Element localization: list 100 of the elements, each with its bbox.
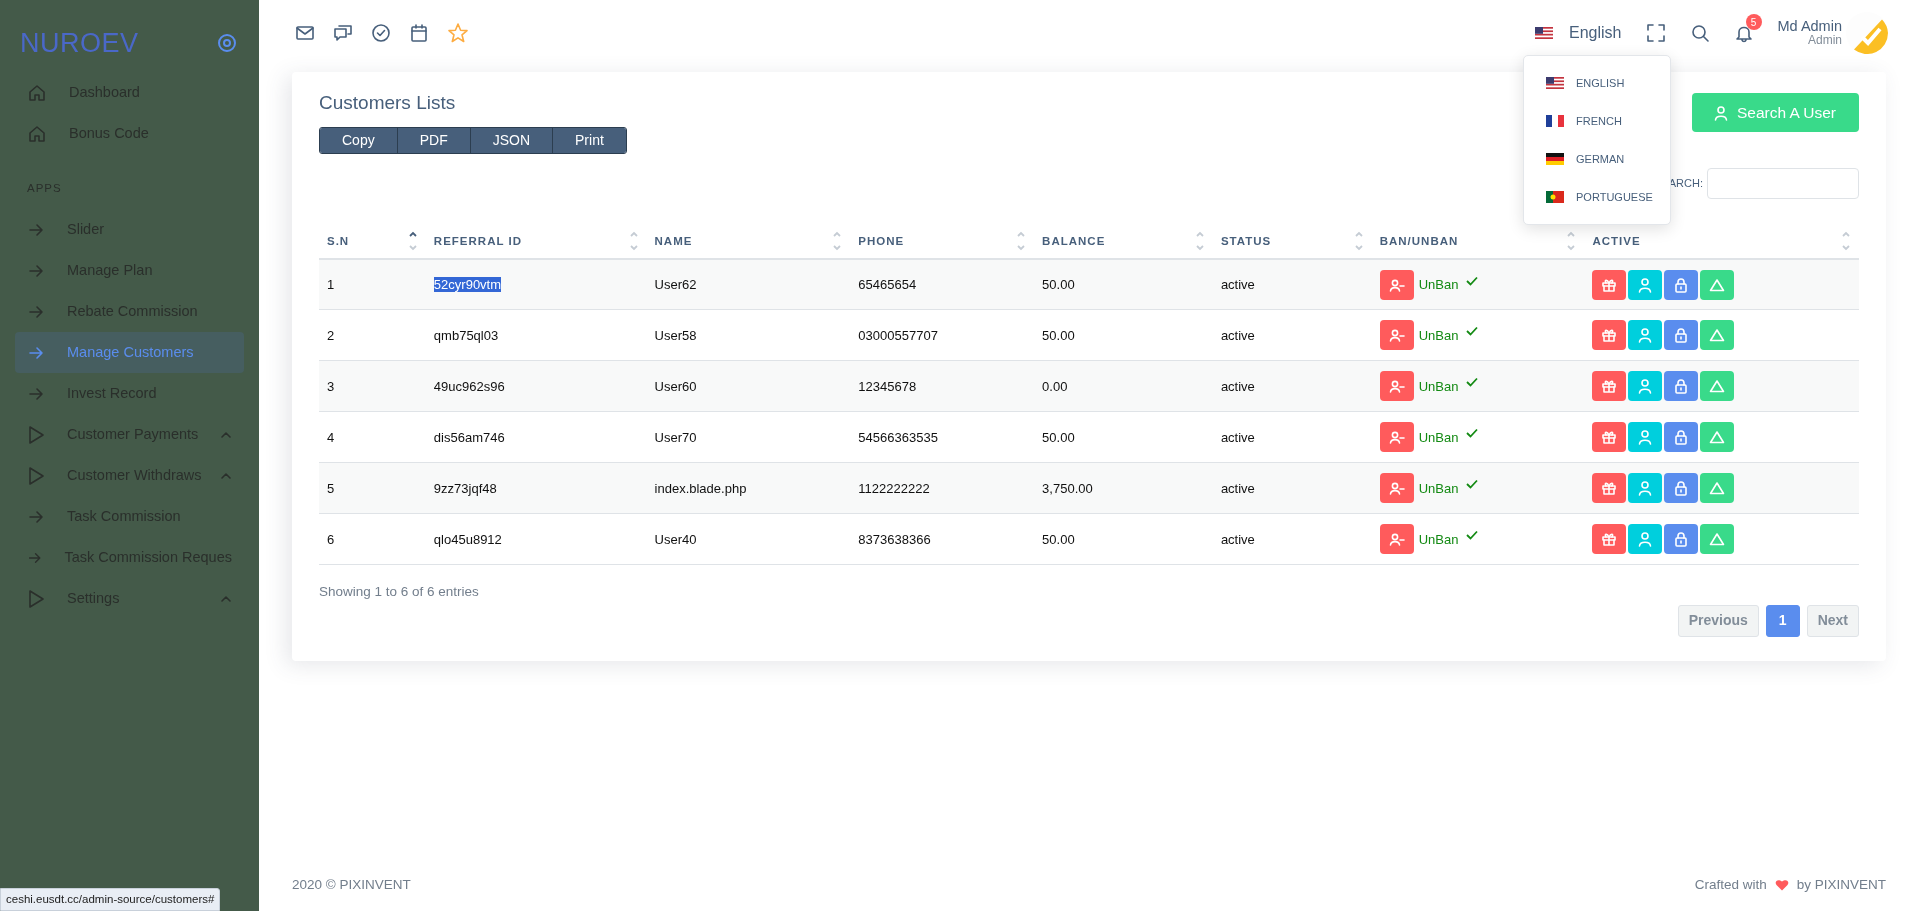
ban-button[interactable] xyxy=(1379,320,1414,351)
sort-icon[interactable] xyxy=(407,230,418,253)
table-cell: User62 xyxy=(654,276,697,292)
language-selector[interactable]: English xyxy=(1569,21,1622,45)
action-button[interactable] xyxy=(1592,320,1627,351)
unban-link[interactable]: UnBan xyxy=(1418,478,1459,499)
table-cell: 4 xyxy=(327,429,335,445)
lock-icon xyxy=(1673,378,1690,395)
table-cell: 50.00 xyxy=(1042,327,1075,343)
action-button[interactable] xyxy=(1592,371,1627,402)
action-button[interactable] xyxy=(1700,524,1735,555)
unban-link[interactable]: UnBan xyxy=(1418,274,1459,295)
unban-link[interactable]: UnBan xyxy=(1418,427,1459,448)
flag-icon xyxy=(1546,77,1565,89)
column-header[interactable]: BAN/UNBAN xyxy=(1379,232,1459,250)
column-header[interactable]: PHONE xyxy=(858,232,905,250)
user-role: Admin xyxy=(1808,34,1842,49)
menu-item[interactable]: FRENCH xyxy=(1576,112,1622,130)
action-button[interactable] xyxy=(1664,473,1699,504)
pagination-button[interactable]: 1 xyxy=(1765,604,1800,637)
table-cell: 6 xyxy=(327,531,335,547)
column-header[interactable]: REFERRAL ID xyxy=(433,232,522,250)
action-button[interactable] xyxy=(1664,371,1699,402)
table-cell: 54566363535 xyxy=(858,429,938,445)
table-cell: 8373638366 xyxy=(858,531,931,547)
action-button[interactable] xyxy=(1664,320,1699,351)
ban-button[interactable] xyxy=(1379,422,1414,453)
play-icon xyxy=(27,424,45,445)
export-button[interactable]: JSON xyxy=(470,127,554,153)
action-button[interactable] xyxy=(1700,269,1735,300)
export-button[interactable]: PDF xyxy=(397,127,471,153)
column-header[interactable]: S.N xyxy=(327,232,350,250)
ban-button[interactable] xyxy=(1379,371,1414,402)
action-button[interactable] xyxy=(1592,269,1627,300)
user-icon xyxy=(1712,104,1729,121)
table-cell: active xyxy=(1220,378,1255,394)
search-field[interactable] xyxy=(1707,167,1859,199)
unban-link[interactable]: UnBan xyxy=(1418,325,1459,346)
export-button[interactable]: Print xyxy=(553,127,626,153)
action-button[interactable] xyxy=(1628,320,1663,351)
action-button[interactable] xyxy=(1592,422,1627,453)
check-icon xyxy=(1466,428,1479,439)
action-button[interactable] xyxy=(1628,524,1663,555)
star-icon xyxy=(447,22,469,44)
check-icon xyxy=(1466,326,1479,337)
column-header[interactable]: NAME xyxy=(654,232,693,250)
menu-item[interactable]: GERMAN xyxy=(1576,150,1625,168)
check-icon xyxy=(1466,377,1479,388)
action-button[interactable] xyxy=(1628,269,1663,300)
column-header[interactable]: BALANCE xyxy=(1042,232,1106,250)
action-button[interactable] xyxy=(1700,422,1735,453)
table-cell: 52cyr90vtm xyxy=(433,276,502,292)
export-button[interactable]: Copy xyxy=(320,127,398,153)
action-button[interactable] xyxy=(1700,320,1735,351)
column-header[interactable]: STATUS xyxy=(1220,232,1272,250)
table-cell: 50.00 xyxy=(1042,429,1075,445)
action-button[interactable] xyxy=(1628,473,1663,504)
gift-icon xyxy=(1601,378,1618,395)
table-cell: 0.00 xyxy=(1042,378,1068,394)
unban-link[interactable]: UnBan xyxy=(1418,529,1459,550)
action-button[interactable] xyxy=(1664,269,1699,300)
action-button[interactable] xyxy=(1628,422,1663,453)
table-cell: active xyxy=(1220,480,1255,496)
lock-icon xyxy=(1673,429,1690,446)
action-button[interactable] xyxy=(1628,371,1663,402)
action-button[interactable] xyxy=(1700,473,1735,504)
action-button[interactable] xyxy=(1664,422,1699,453)
table-cell: 3,750.00 xyxy=(1042,480,1093,496)
action-button[interactable] xyxy=(1664,524,1699,555)
ban-button[interactable] xyxy=(1379,524,1414,555)
user-icon xyxy=(1637,327,1654,344)
user-icon xyxy=(1637,429,1654,446)
chat-icon xyxy=(333,23,353,43)
action-button[interactable] xyxy=(1592,473,1627,504)
user-minus-icon xyxy=(1388,531,1405,548)
triangle-icon xyxy=(1709,429,1726,446)
column-header[interactable]: ACTIVE xyxy=(1592,232,1641,250)
lock-icon xyxy=(1673,531,1690,548)
ban-button[interactable] xyxy=(1379,269,1414,300)
triangle-icon xyxy=(1709,531,1726,548)
search-label: ARCH: xyxy=(1668,176,1703,192)
menu-item[interactable]: PORTUGUESE xyxy=(1576,188,1653,206)
pagination-button[interactable]: Next xyxy=(1806,604,1859,637)
table-cell: dis56am746 xyxy=(433,429,505,445)
entries-info: Showing 1 to 6 of 6 entries xyxy=(319,583,480,602)
fullscreen-icon xyxy=(1645,23,1666,43)
play-icon xyxy=(27,465,45,486)
target-icon[interactable] xyxy=(217,33,237,53)
action-button[interactable] xyxy=(1592,524,1627,555)
card-title: Customers Lists xyxy=(319,92,457,115)
action-button[interactable] xyxy=(1700,371,1735,402)
table-cell: User40 xyxy=(654,531,697,547)
pagination-button[interactable]: Previous xyxy=(1677,604,1759,637)
play-icon xyxy=(27,588,45,609)
notification-badge: 5 xyxy=(1745,14,1762,30)
menu-item[interactable]: ENGLISH xyxy=(1576,74,1625,92)
unban-link[interactable]: UnBan xyxy=(1418,376,1459,397)
ban-button[interactable] xyxy=(1379,473,1414,504)
user-minus-icon xyxy=(1388,327,1405,344)
flag-icon xyxy=(1546,153,1565,165)
